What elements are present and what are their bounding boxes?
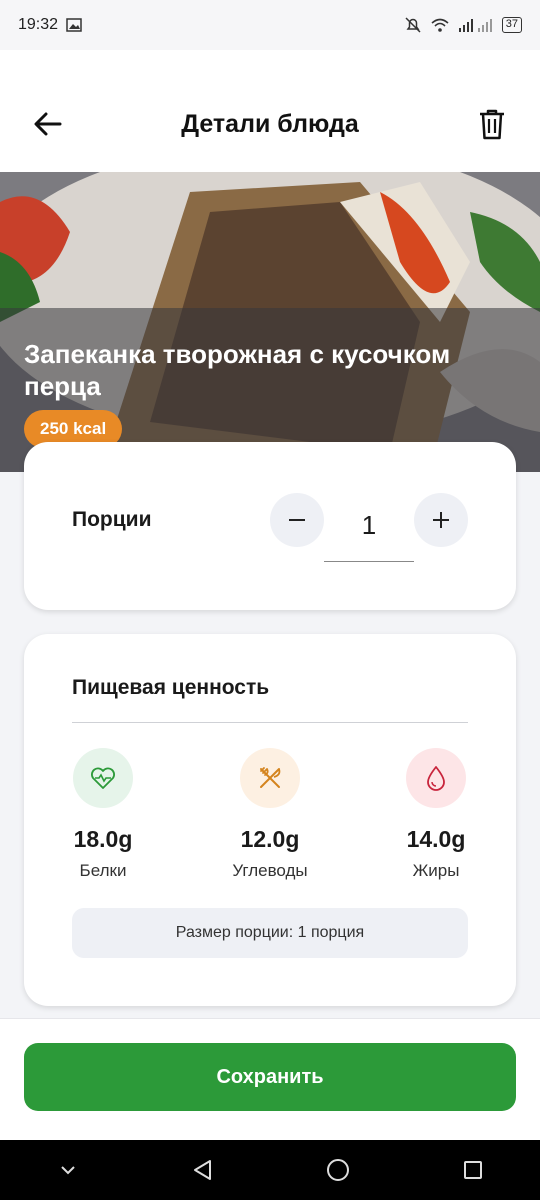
fat-value: 14.0g	[406, 826, 466, 852]
protein-label: Белки	[79, 861, 127, 880]
protein-value: 18.0g	[73, 826, 133, 852]
back-arrow-icon	[34, 112, 62, 136]
status-bar: 19:32 37	[0, 0, 540, 50]
carbs-icon-bg	[240, 748, 300, 808]
nutrition-card: Пищевая ценность 18.0g Белки 12.0g Углев…	[24, 634, 516, 1006]
protein-icon-bg	[73, 748, 133, 808]
decrease-portions-button[interactable]	[270, 493, 324, 547]
chevron-down-icon	[60, 1166, 75, 1175]
status-left: 19:32	[18, 16, 82, 34]
battery-indicator: 37	[501, 17, 522, 33]
wifi-icon	[431, 18, 449, 32]
save-button[interactable]: Сохранить	[24, 1043, 516, 1111]
carbs-value: 12.0g	[240, 826, 300, 852]
nav-recents-button[interactable]	[443, 1140, 503, 1200]
portions-label: Порции	[72, 508, 152, 531]
fat-label: Жиры	[412, 861, 460, 880]
portions-input[interactable]: 1	[324, 490, 414, 562]
nav-back-button[interactable]	[173, 1140, 233, 1200]
drop-icon	[427, 766, 445, 791]
fork-knife-icon	[260, 767, 281, 788]
status-time: 19:32	[18, 16, 59, 33]
signal-icon	[458, 19, 492, 32]
status-right: 37	[404, 16, 522, 34]
delete-button[interactable]	[470, 102, 514, 146]
nutrition-title: Пищевая ценность	[72, 676, 270, 699]
bell-muted-icon	[405, 17, 421, 33]
dish-name: Запеканка творожная с кусочком перца	[24, 339, 451, 401]
increase-portions-button[interactable]	[414, 493, 468, 547]
plus-icon	[433, 512, 449, 528]
macro-carbs: 12.0g Углеводы	[200, 748, 340, 881]
nav-back-icon	[193, 1160, 211, 1180]
bottom-action-bar: Сохранить	[0, 1018, 540, 1140]
nav-home-button[interactable]	[308, 1140, 368, 1200]
carbs-label: Углеводы	[232, 861, 308, 880]
serving-size-info: Размер порции: 1 порция	[72, 908, 468, 958]
nav-recents-icon	[463, 1161, 482, 1179]
nav-home-icon	[326, 1159, 349, 1181]
trash-icon	[480, 109, 504, 140]
fat-icon-bg	[406, 748, 466, 808]
nav-collapse-button[interactable]	[38, 1140, 98, 1200]
heart-pulse-icon	[91, 767, 115, 789]
minus-icon	[289, 519, 305, 521]
app-bar: Детали блюда	[0, 50, 540, 172]
dish-photo: Запеканка творожная с кусочком перца 250…	[0, 172, 540, 472]
system-nav-bar	[0, 1140, 540, 1200]
divider	[72, 722, 468, 723]
macro-fat: 14.0g Жиры	[366, 748, 506, 881]
back-button[interactable]	[26, 102, 70, 146]
macro-protein: 18.0g Белки	[33, 748, 173, 881]
gallery-icon	[66, 18, 82, 32]
page-title: Детали блюда	[181, 109, 359, 138]
portions-card: Порции 1	[24, 442, 516, 610]
